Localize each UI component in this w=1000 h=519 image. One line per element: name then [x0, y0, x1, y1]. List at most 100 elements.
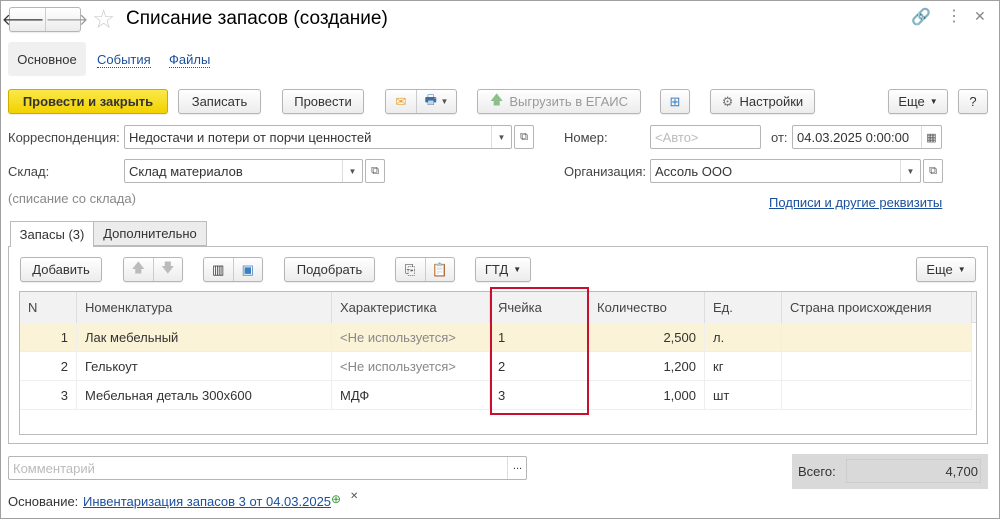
ellipsis-button[interactable]: ... — [507, 457, 527, 479]
remove-icon[interactable]: ✕ — [350, 491, 358, 502]
basis-link[interactable]: Инвентаризация запасов 3 от 04.03.2025 — [83, 494, 331, 509]
tab-main[interactable]: Основное — [8, 42, 86, 76]
chevron-down-icon: ▼ — [929, 97, 938, 106]
chevron-down-icon[interactable]: ▼ — [900, 160, 920, 182]
open-icon[interactable]: ⧉ — [514, 125, 534, 149]
cell-n[interactable]: 3 — [20, 381, 77, 410]
chevron-down-icon: ▼ — [513, 265, 522, 274]
col-item[interactable]: Номенклатура — [77, 292, 332, 323]
tab-stock[interactable]: Запасы (3) — [10, 221, 94, 247]
cell-char[interactable]: <Не используется> — [332, 352, 490, 381]
number-field[interactable]: <Авто> — [650, 125, 761, 149]
corr-label: Корреспонденция: — [8, 130, 120, 145]
col-qty[interactable]: Количество — [589, 292, 705, 323]
more-label: Еще — [898, 94, 925, 109]
cell-item[interactable]: Гелькоут — [77, 352, 332, 381]
more-vert-icon[interactable]: ⋮ — [946, 6, 962, 26]
mail-print-group: ✉ 🖶 ▼ — [385, 89, 457, 114]
cell-country[interactable] — [782, 352, 972, 381]
tab-files[interactable]: Файлы — [169, 52, 211, 68]
pick-button[interactable]: Подобрать — [284, 257, 375, 282]
forward-button[interactable]: 🡒 — [46, 9, 89, 30]
date-field[interactable]: 04.03.2025 0:00:00 ▦ — [792, 125, 942, 149]
link-icon[interactable]: 🔗 — [911, 7, 931, 27]
save-button[interactable]: Записать — [178, 89, 261, 114]
cell-qty[interactable]: 1,200 — [589, 352, 705, 381]
back-button[interactable]: 🡐 — [2, 9, 45, 30]
col-unit[interactable]: Ед. — [705, 292, 782, 323]
egais-export-button[interactable]: 🡅 Выгрузить в ЕГАИС — [477, 89, 641, 114]
barcode-group: ▥ ▣ — [203, 257, 263, 282]
paste-icon[interactable]: 📋 — [426, 262, 455, 278]
cell-unit[interactable]: шт — [705, 381, 782, 410]
warehouse-field[interactable]: Склад материалов ▼ — [124, 159, 363, 183]
arrow-up-icon[interactable]: 🡅 — [124, 259, 153, 281]
more-button[interactable]: Еще ▼ — [888, 89, 948, 114]
comment-field[interactable]: Комментарий — [8, 456, 527, 480]
nav-buttons: 🡐 🡒 — [2, 7, 88, 32]
cell-item[interactable]: Мебельная деталь 300х600 — [77, 381, 332, 410]
org-value: Ассоль ООО — [655, 163, 733, 179]
settings-label: Настройки — [739, 94, 804, 109]
corr-value: Недостачи и потери от порчи ценностей — [129, 129, 372, 145]
org-field[interactable]: Ассоль ООО ▼ — [650, 159, 921, 183]
warehouse-label: Склад: — [8, 164, 50, 179]
tab-additional[interactable]: Дополнительно — [93, 221, 207, 246]
total-label: Всего: — [798, 464, 836, 479]
highlight-frame — [490, 287, 589, 415]
scanner-icon[interactable]: ▣ — [234, 262, 263, 278]
cell-country[interactable] — [782, 323, 972, 352]
post-button[interactable]: Провести — [282, 89, 364, 114]
copy-icon[interactable]: ⎘ — [396, 262, 425, 278]
cell-country[interactable] — [782, 381, 972, 410]
print-icon[interactable]: 🖶 ▼ — [417, 91, 456, 113]
gtd-button[interactable]: ГТД ▼ — [475, 257, 531, 282]
more-label: Еще — [926, 262, 953, 277]
close-icon[interactable]: ✕ — [974, 8, 986, 25]
cell-unit[interactable]: кг — [705, 352, 782, 381]
col-char[interactable]: Характеристика — [332, 292, 490, 323]
egais-label: Выгрузить в ЕГАИС — [509, 94, 629, 109]
chevron-down-icon: ▼ — [957, 265, 966, 274]
cell-qty[interactable]: 1,000 — [589, 381, 705, 410]
add-button[interactable]: Добавить — [20, 257, 102, 282]
cell-char[interactable]: <Не используется> — [332, 323, 490, 352]
post-and-close-button[interactable]: Провести и закрыть — [8, 89, 168, 114]
date-value: 04.03.2025 0:00:00 — [797, 129, 910, 145]
calendar-icon[interactable]: ▦ — [921, 126, 941, 148]
arrow-down-icon[interactable]: 🡇 — [154, 259, 183, 281]
structure-icon[interactable]: ⊞ — [660, 89, 690, 114]
open-icon[interactable]: ⧉ — [365, 159, 385, 183]
mail-icon[interactable]: ✉ — [386, 94, 416, 110]
col-n[interactable]: N — [20, 292, 77, 323]
cell-qty[interactable]: 2,500 — [589, 323, 705, 352]
org-label: Организация: — [564, 164, 647, 179]
window: 🡐 🡒 ☆ Списание запасов (создание) 🔗 ⋮ ✕ … — [0, 0, 1000, 519]
open-icon[interactable]: ⧉ — [923, 159, 943, 183]
chevron-down-icon[interactable]: ▼ — [491, 126, 511, 148]
gtd-label: ГТД — [484, 262, 509, 277]
add-document-icon[interactable]: ⊕ — [331, 492, 341, 506]
cell-n[interactable]: 2 — [20, 352, 77, 381]
star-icon[interactable]: ☆ — [92, 4, 115, 35]
signatures-link[interactable]: Подписи и другие реквизиты — [769, 195, 942, 210]
help-button[interactable]: ? — [958, 89, 988, 114]
basis-label: Основание: — [8, 494, 79, 509]
total-value: 4,700 — [846, 459, 981, 483]
cell-unit[interactable]: л. — [705, 323, 782, 352]
barcode-search-icon[interactable]: ▥ — [204, 262, 233, 278]
number-label: Номер: — [564, 130, 608, 145]
cell-item[interactable]: Лак мебельный — [77, 323, 332, 352]
cell-char[interactable]: МДФ — [332, 381, 490, 410]
table-more-button[interactable]: Еще ▼ — [916, 257, 976, 282]
cell-n[interactable]: 1 — [20, 323, 77, 352]
corr-field[interactable]: Недостачи и потери от порчи ценностей ▼ — [124, 125, 512, 149]
settings-button[interactable]: ⚙ Настройки — [710, 89, 815, 114]
gear-icon: ⚙ — [721, 93, 734, 109]
hint-text: (списание со склада) — [8, 191, 136, 206]
page-title: Списание запасов (создание) — [126, 8, 388, 29]
chevron-down-icon[interactable]: ▼ — [342, 160, 362, 182]
col-country[interactable]: Страна происхождения — [782, 292, 972, 323]
move-group: 🡅 🡇 — [123, 257, 183, 282]
tab-events[interactable]: События — [97, 52, 151, 68]
